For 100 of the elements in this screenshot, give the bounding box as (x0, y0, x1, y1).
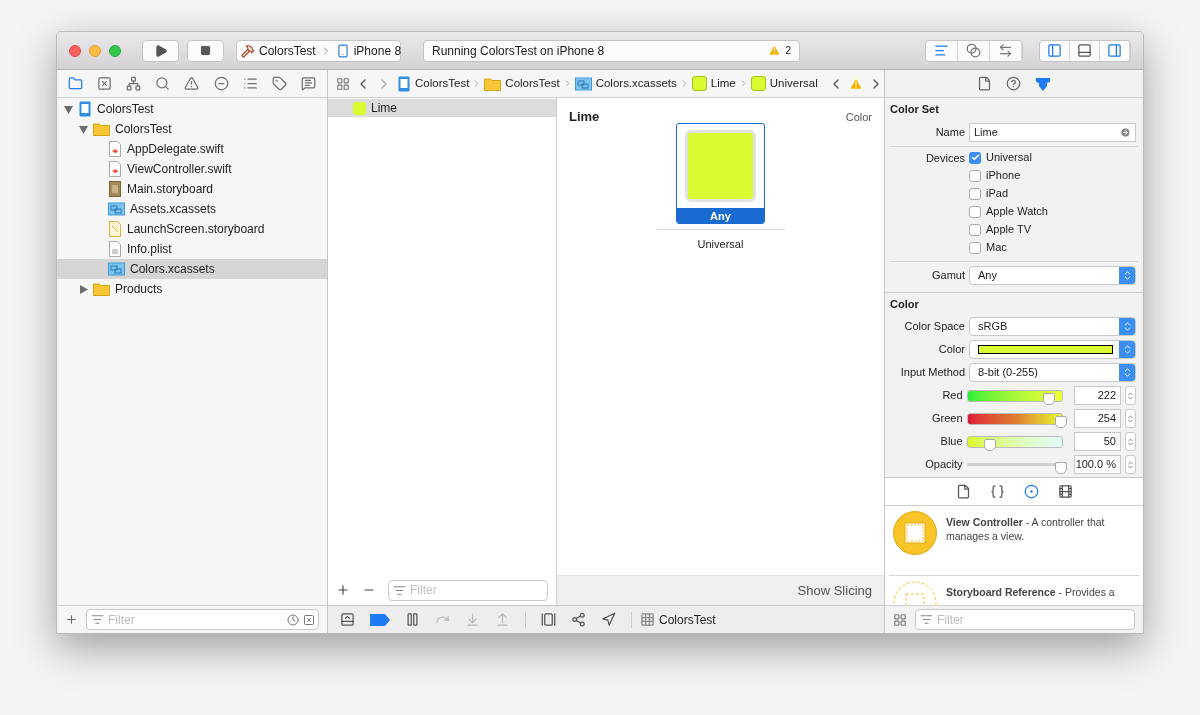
warning-navigator-tab[interactable] (184, 76, 200, 91)
device-checkbox[interactable] (969, 187, 981, 200)
braces-library-tab[interactable] (989, 484, 1005, 499)
folder-file-icon (484, 75, 502, 92)
asset-row[interactable]: Lime (328, 99, 556, 117)
file-tree-row[interactable]: Colors.xcassets (57, 259, 327, 279)
arrow-circle-icon[interactable] (1120, 126, 1131, 138)
location-button[interactable] (601, 612, 616, 627)
color-slot[interactable]: Any (676, 122, 765, 224)
breadcrumb-item[interactable]: Universal (750, 74, 818, 93)
device-name: iPhone 8 (353, 42, 402, 60)
add-icon[interactable] (65, 613, 78, 626)
file-tree-row[interactable]: ColorsTest (57, 99, 327, 119)
filter-field[interactable]: Filter (86, 609, 319, 630)
device-checkbox[interactable] (969, 169, 981, 182)
related-items-icon[interactable] (336, 76, 350, 91)
zoom-window-button[interactable] (109, 44, 121, 57)
value-field[interactable]: 222 (1074, 386, 1121, 405)
close-window-button[interactable] (69, 44, 81, 57)
symbol-navigator-tab[interactable] (97, 76, 113, 91)
stop-button[interactable] (187, 39, 224, 62)
stop-icon (200, 45, 211, 56)
file-inspector-tab[interactable] (977, 76, 992, 91)
popup-select[interactable]: 8-bit (0-255) (969, 363, 1136, 382)
film-icon (1057, 484, 1073, 499)
name-field[interactable]: Lime (969, 122, 1136, 142)
folder-navigator-tab[interactable] (68, 76, 84, 91)
attributes-inspector-tab[interactable] (1035, 75, 1051, 92)
symbol-icon (97, 76, 113, 91)
slider-thumb[interactable] (1054, 461, 1067, 474)
disclosure-triangle-icon[interactable] (64, 104, 73, 114)
group-label: Universal (697, 236, 744, 252)
hierarchy-navigator-tab[interactable] (126, 76, 142, 91)
breadcrumb-item[interactable]: ColorsTest (397, 74, 470, 93)
test-navigator-tab[interactable] (213, 76, 229, 91)
field-label: Opacity (924, 457, 963, 473)
search-navigator-tab[interactable] (155, 76, 171, 91)
pause-icon (405, 612, 420, 627)
breadcrumb-item[interactable]: Colors.xcassets (574, 74, 677, 93)
folder-file-icon (93, 121, 110, 137)
device-checkbox[interactable] (969, 151, 981, 164)
folder-file-icon (93, 281, 110, 297)
filter-icon (91, 613, 104, 626)
view-debugger-button[interactable] (541, 612, 556, 627)
scm-filter-icon[interactable] (303, 613, 315, 626)
gamut-select[interactable]: Any (969, 265, 1136, 285)
filter-field[interactable]: Filter (915, 609, 1135, 630)
file-tree-row[interactable]: AppDelegate.swift (57, 139, 327, 159)
graph-button[interactable] (571, 612, 586, 627)
file-tree-row[interactable]: ColorsTest (57, 119, 327, 139)
list-navigator-tab[interactable] (242, 76, 258, 91)
debug-target[interactable]: ColorsTest (640, 610, 716, 629)
breadcrumb-item[interactable]: ColorsTest (484, 74, 560, 93)
folder-icon (68, 76, 84, 91)
location-icon (601, 612, 616, 627)
file-tree-row[interactable]: Products (57, 279, 327, 299)
popup-select[interactable]: sRGB (969, 317, 1136, 336)
file-tree-row[interactable]: LaunchScreen.storyboard (57, 219, 327, 239)
scheme-selector[interactable]: ColorsTest iPhone 8 (236, 39, 401, 62)
recent-icon[interactable] (287, 613, 299, 626)
value-field[interactable]: 100.0 % (1074, 455, 1121, 474)
file-tree-row[interactable]: Assets.xcassets (57, 199, 327, 219)
value-field[interactable]: 50 (1074, 432, 1121, 451)
pause-button[interactable] (405, 612, 420, 627)
breakpoint-icon (370, 613, 390, 626)
run-button[interactable] (142, 39, 179, 62)
device-checkbox[interactable] (969, 241, 981, 254)
library-item[interactable]: View Controller - A controller that manages a view. (889, 506, 1139, 576)
hammer-icon (241, 43, 255, 58)
file-library-tab[interactable] (955, 484, 971, 499)
breakpoint-button[interactable] (370, 613, 390, 626)
file-name: Colors.xcassets (130, 261, 215, 278)
film-library-tab[interactable] (1057, 484, 1073, 499)
message-navigator-tab[interactable] (300, 76, 316, 91)
device-checkbox[interactable] (969, 223, 981, 236)
field-label: Gamut (931, 267, 965, 283)
list-icon (242, 76, 258, 91)
color-well[interactable] (969, 340, 1136, 359)
file-tree-row[interactable]: Main.storyboard (57, 179, 327, 199)
add-icon[interactable] (336, 583, 350, 597)
grid-view-icon[interactable] (893, 612, 907, 627)
disclosure-triangle-icon[interactable] (79, 124, 88, 134)
popup-arrows-icon (1119, 318, 1135, 335)
object-library-tab[interactable] (1023, 484, 1039, 499)
file-tree-row[interactable]: ViewController.swift (57, 159, 327, 179)
filter-field[interactable]: Filter (388, 579, 548, 601)
field-label: Name (934, 124, 965, 140)
file-tree-row[interactable]: Info.plist (57, 239, 327, 259)
field-label: Blue (939, 434, 963, 450)
device-checkbox[interactable] (969, 205, 981, 218)
panel-button[interactable] (340, 612, 355, 627)
breadcrumb-item[interactable]: Lime (691, 74, 736, 93)
tag-navigator-tab[interactable] (271, 76, 287, 91)
help-inspector-tab[interactable] (1006, 76, 1021, 91)
show-slicing-button[interactable]: Show Slicing (797, 580, 872, 601)
stepper-arrows-icon (1126, 436, 1135, 447)
disclosure-triangle-icon[interactable] (79, 284, 88, 294)
value-field[interactable]: 254 (1074, 409, 1121, 428)
attributes-icon (1035, 75, 1051, 92)
phone-icon (335, 43, 350, 58)
